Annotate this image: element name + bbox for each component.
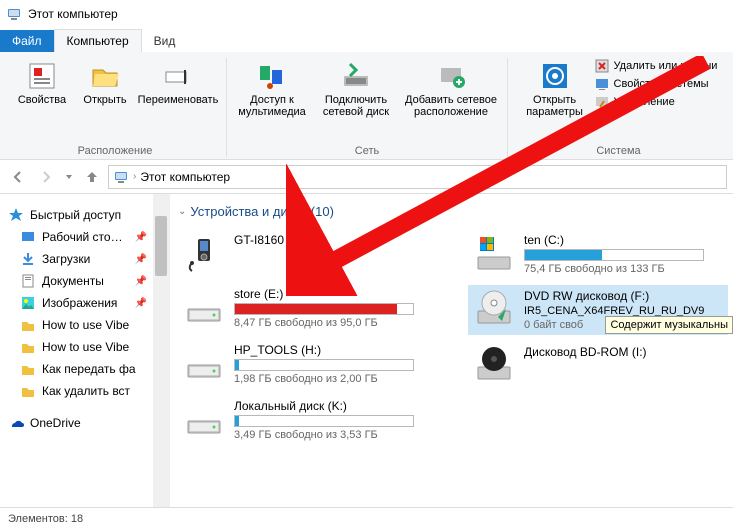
- rename-icon: [162, 60, 194, 92]
- titlebar: Этот компьютер: [0, 0, 733, 28]
- open-button[interactable]: Открыть: [78, 58, 132, 108]
- pin-icon: 📌: [135, 276, 147, 287]
- properties-button[interactable]: Свойства: [10, 58, 74, 108]
- sidebar-item[interactable]: How to use Vibe: [0, 314, 169, 336]
- onedrive-icon: [8, 415, 24, 431]
- tab-computer[interactable]: Компьютер: [54, 29, 142, 52]
- pin-icon: 📌: [135, 298, 147, 309]
- ribbon-group-location: Свойства Открыть Переименовать Расположе…: [4, 58, 227, 157]
- ribbon: Свойства Открыть Переименовать Расположе…: [0, 52, 733, 160]
- drive-icon: [474, 289, 514, 329]
- tab-file[interactable]: Файл: [0, 30, 54, 52]
- ribbon-group-network: Доступ к мультимедиа Подключить сетевой …: [227, 58, 508, 157]
- chevron-right-icon: ›: [133, 171, 136, 182]
- sidebar-item[interactable]: Как удалить вст: [0, 380, 169, 402]
- drive-icon: [184, 287, 224, 327]
- item-icon: [20, 339, 36, 355]
- system-small-buttons: Удалить или измени Свойства системы Упра…: [594, 58, 718, 110]
- usage-bar: [524, 249, 704, 261]
- address-text: Этот компьютер: [140, 170, 230, 184]
- drive-icon: [184, 343, 224, 383]
- sidebar-item[interactable]: Изображения📌: [0, 292, 169, 314]
- add-network-button[interactable]: Добавить сетевое расположение: [401, 58, 501, 120]
- workspace: Быстрый доступ Рабочий сто…📌Загрузки📌Док…: [0, 194, 733, 507]
- device-item[interactable]: HP_TOOLS (H:)1,98 ГБ свободно из 2,00 ГБ: [178, 339, 468, 389]
- rename-button[interactable]: Переименовать: [136, 58, 220, 108]
- manage-button[interactable]: Управление: [594, 94, 718, 110]
- item-icon: [20, 273, 36, 289]
- statusbar: Элементов: 18: [0, 507, 733, 529]
- tooltip: Содержит музыкальны: [605, 316, 733, 334]
- usage-bar: [234, 415, 414, 427]
- device-item[interactable]: Дисковод BD-ROM (I:): [468, 341, 728, 389]
- sidebar-onedrive[interactable]: OneDrive: [0, 412, 169, 434]
- ribbon-group-system: Открыть параметры Удалить или измени Сво…: [508, 58, 729, 157]
- item-icon: [20, 229, 36, 245]
- nav-history-button[interactable]: [62, 165, 76, 189]
- settings-icon: [539, 60, 571, 92]
- uninstall-icon: [594, 58, 610, 74]
- properties-icon: [26, 60, 58, 92]
- computer-icon: [6, 6, 22, 22]
- sidebar-item[interactable]: How to use Vibe: [0, 336, 169, 358]
- open-icon: [89, 60, 121, 92]
- media-access-button[interactable]: Доступ к мультимедиа: [233, 58, 311, 120]
- uninstall-button[interactable]: Удалить или измени: [594, 58, 718, 74]
- drive-icon: [474, 233, 514, 273]
- status-count: Элементов: 18: [8, 513, 83, 525]
- content-pane: ⌄ Устройства и диски (10) GT-I8160 store …: [170, 194, 733, 507]
- open-settings-button[interactable]: Открыть параметры: [520, 58, 590, 120]
- address-box[interactable]: › Этот компьютер: [108, 165, 727, 189]
- system-properties-button[interactable]: Свойства системы: [594, 76, 718, 92]
- computer-icon: [113, 169, 129, 185]
- item-icon: [20, 383, 36, 399]
- device-item[interactable]: store (E:)8,47 ГБ свободно из 95,0 ГБ: [178, 283, 468, 333]
- sidebar-quick-access[interactable]: Быстрый доступ: [0, 204, 169, 226]
- item-icon: [20, 251, 36, 267]
- sidebar-item[interactable]: Документы📌: [0, 270, 169, 292]
- drive-icon: [474, 345, 514, 385]
- window-title: Этот компьютер: [28, 7, 118, 21]
- ribbon-tabs: Файл Компьютер Вид: [0, 28, 733, 52]
- drive-icon: [184, 399, 224, 439]
- nav-forward-button[interactable]: [34, 165, 58, 189]
- device-item[interactable]: GT-I8160: [178, 229, 468, 277]
- media-icon: [256, 60, 288, 92]
- item-icon: [20, 295, 36, 311]
- usage-bar: [234, 359, 414, 371]
- sidebar-item[interactable]: Рабочий сто…📌: [0, 226, 169, 248]
- section-devices[interactable]: ⌄ Устройства и диски (10): [178, 204, 733, 219]
- sidebar-item[interactable]: Как передать фа: [0, 358, 169, 380]
- nav-up-button[interactable]: [80, 165, 104, 189]
- item-icon: [20, 317, 36, 333]
- sysprops-icon: [594, 76, 610, 92]
- pin-icon: 📌: [135, 254, 147, 265]
- sidebar: Быстрый доступ Рабочий сто…📌Загрузки📌Док…: [0, 194, 170, 507]
- manage-icon: [594, 94, 610, 110]
- map-drive-icon: [340, 60, 372, 92]
- add-network-icon: [435, 60, 467, 92]
- sidebar-scrollbar[interactable]: [153, 194, 169, 507]
- addressbar: › Этот компьютер: [0, 160, 733, 194]
- device-item[interactable]: ten (C:)75,4 ГБ свободно из 133 ГБ: [468, 229, 728, 279]
- drive-icon: [184, 233, 224, 273]
- device-item[interactable]: Локальный диск (K:)3,49 ГБ свободно из 3…: [178, 395, 468, 445]
- pin-icon: 📌: [135, 232, 147, 243]
- star-icon: [8, 207, 24, 223]
- usage-bar: [234, 303, 414, 315]
- sidebar-item[interactable]: Загрузки📌: [0, 248, 169, 270]
- nav-back-button[interactable]: [6, 165, 30, 189]
- map-drive-button[interactable]: Подключить сетевой диск: [315, 58, 397, 120]
- tab-view[interactable]: Вид: [142, 30, 188, 52]
- item-icon: [20, 361, 36, 377]
- chevron-down-icon: ⌄: [178, 206, 186, 217]
